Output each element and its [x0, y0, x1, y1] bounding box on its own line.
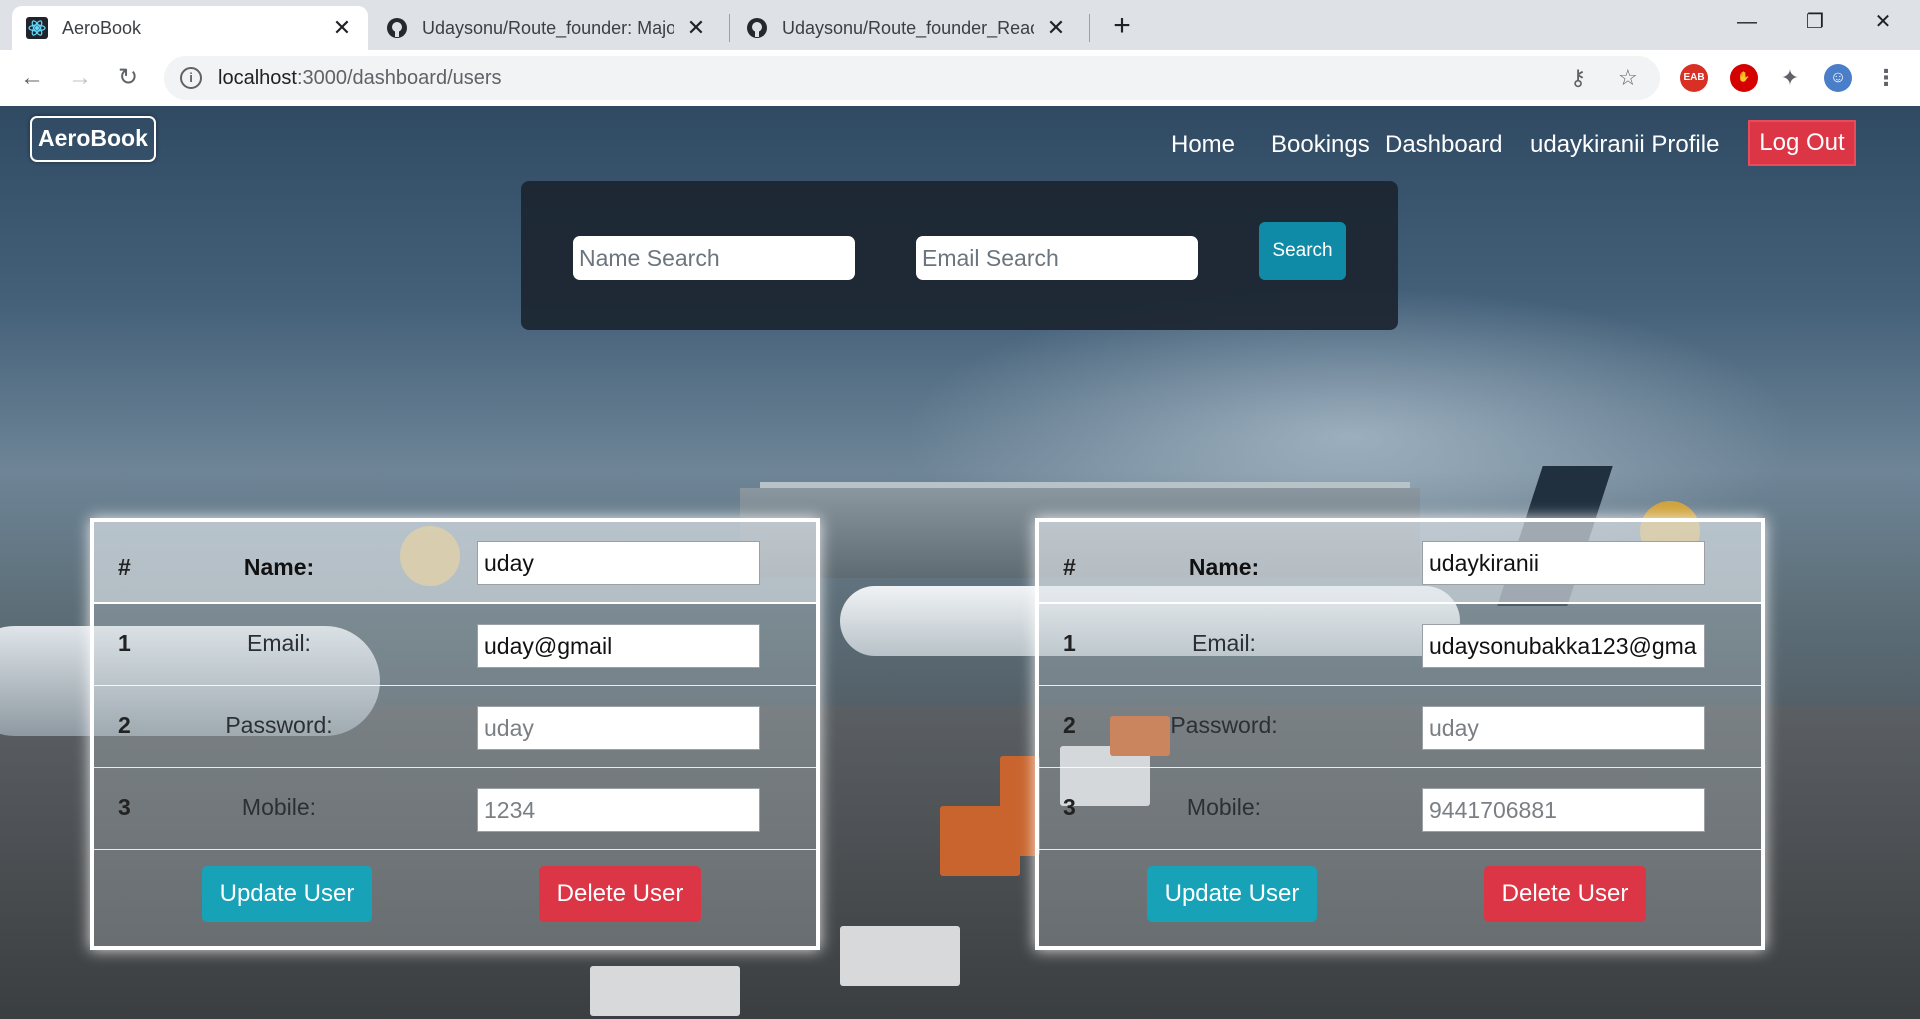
search-button[interactable]: Search	[1259, 222, 1346, 280]
nav-profile[interactable]: udaykiranii Profile	[1530, 128, 1719, 162]
github-icon	[746, 17, 768, 39]
mobile-field[interactable]	[1422, 788, 1705, 832]
nav-home[interactable]: Home	[1171, 128, 1235, 162]
email-search-input[interactable]	[916, 236, 1198, 280]
search-panel: Search	[521, 181, 1398, 330]
row-index: 1	[118, 630, 131, 656]
background-cargo-cart	[1000, 756, 1040, 856]
table-row: 1 Email:	[94, 604, 816, 686]
tab-title: Udaysonu/Route_founder: Major	[422, 17, 674, 38]
name-field[interactable]	[477, 541, 760, 585]
user-card: # Name: 1 Email: 2 Password: 3 Mobile: U…	[1035, 518, 1765, 950]
background-cargo-cart	[840, 926, 960, 986]
more-icon[interactable]: ⋮	[1872, 64, 1900, 92]
password-field[interactable]	[1422, 706, 1705, 750]
address-url: localhost:3000/dashboard/users	[218, 67, 502, 90]
restore-icon[interactable]: ❐	[1782, 0, 1848, 44]
delete-user-button[interactable]: Delete User	[539, 866, 701, 922]
user-card-header: # Name:	[94, 522, 816, 604]
update-user-button[interactable]: Update User	[1147, 866, 1317, 922]
background-cargo-cart	[590, 966, 740, 1016]
minimize-icon[interactable]: —	[1714, 0, 1780, 44]
password-field[interactable]	[477, 706, 760, 750]
url-host: localhost	[218, 66, 297, 89]
table-row: 2 Password:	[1039, 686, 1761, 768]
name-field[interactable]	[1422, 541, 1705, 585]
name-label: Name:	[1188, 554, 1260, 580]
key-icon[interactable]: ⚷	[1570, 56, 1586, 100]
user-card-actions: Update User Delete User	[1039, 850, 1761, 946]
table-row: 3 Mobile:	[94, 768, 816, 850]
row-index: 3	[1063, 794, 1076, 820]
tab-aerobook[interactable]: AeroBook ✕	[12, 6, 368, 50]
index-header: #	[118, 554, 131, 580]
close-icon[interactable]: ✕	[684, 15, 708, 41]
password-label: Password:	[225, 712, 333, 738]
tab-github-major[interactable]: Udaysonu/Route_founder: Major ✕	[372, 6, 722, 50]
back-arrow-icon[interactable]: ←	[14, 60, 50, 96]
address-bar[interactable]: i localhost:3000/dashboard/users ⚷ ☆	[164, 56, 1660, 100]
star-icon[interactable]: ☆	[1618, 56, 1638, 100]
nav-dashboard[interactable]: Dashboard	[1385, 128, 1502, 162]
tab-title: AeroBook	[62, 17, 142, 38]
tab-github-react[interactable]: Udaysonu/Route_founder_React_ ✕	[732, 6, 1082, 50]
close-icon[interactable]: ✕	[330, 15, 354, 41]
reload-icon[interactable]: ↻	[110, 60, 146, 96]
user-card-header: # Name:	[1039, 522, 1761, 604]
update-user-button[interactable]: Update User	[202, 866, 372, 922]
puzzle-icon[interactable]: ✦	[1776, 64, 1804, 92]
row-index: 1	[1063, 630, 1076, 656]
user-card-actions: Update User Delete User	[94, 850, 816, 946]
index-header: #	[1063, 554, 1076, 580]
mobile-label: Mobile:	[241, 794, 317, 820]
site-info-icon[interactable]: i	[180, 67, 202, 89]
mobile-field[interactable]	[477, 788, 760, 832]
profile-avatar[interactable]: ☺	[1824, 64, 1852, 92]
logout-button[interactable]: Log Out	[1748, 120, 1856, 166]
browser-toolbar: ← → ↻ i localhost:3000/dashboard/users ⚷…	[0, 50, 1920, 106]
name-label: Name:	[243, 554, 315, 580]
react-icon	[26, 17, 48, 39]
row-index: 2	[1063, 712, 1076, 738]
table-row: 3 Mobile:	[1039, 768, 1761, 850]
window-close-icon[interactable]: ✕	[1850, 0, 1916, 44]
nav-bookings[interactable]: Bookings	[1271, 128, 1370, 162]
brand-logo[interactable]: AeroBook	[30, 116, 156, 162]
email-label: Email:	[247, 630, 311, 656]
close-icon[interactable]: ✕	[1044, 15, 1068, 41]
delete-user-button[interactable]: Delete User	[1484, 866, 1646, 922]
mobile-label: Mobile:	[1186, 794, 1262, 820]
tab-title: Udaysonu/Route_founder_React_	[782, 17, 1034, 38]
table-row: 2 Password:	[94, 686, 816, 768]
forward-arrow-icon[interactable]: →	[62, 60, 98, 96]
page-content: AeroBook Home Bookings Dashboard udaykir…	[0, 106, 1920, 1019]
adblock-icon[interactable]: ✋	[1730, 64, 1758, 92]
tab-separator	[1089, 14, 1090, 42]
table-row: 1 Email:	[1039, 604, 1761, 686]
email-field[interactable]	[477, 624, 760, 668]
browser-tabstrip: AeroBook ✕ Udaysonu/Route_founder: Major…	[0, 0, 1920, 50]
eab-extension-icon[interactable]: EAB	[1680, 64, 1708, 92]
email-label: Email:	[1192, 630, 1256, 656]
user-card: # Name: 1 Email: 2 Password: 3 Mobile: U…	[90, 518, 820, 950]
name-search-input[interactable]	[573, 236, 855, 280]
password-label: Password:	[1170, 712, 1278, 738]
tab-separator	[729, 14, 730, 42]
email-field[interactable]	[1422, 624, 1705, 668]
row-index: 2	[118, 712, 131, 738]
url-path: :3000/dashboard/users	[296, 66, 502, 89]
row-index: 3	[118, 794, 131, 820]
new-tab-plus-icon[interactable]: +	[1106, 8, 1138, 44]
github-icon	[386, 17, 408, 39]
